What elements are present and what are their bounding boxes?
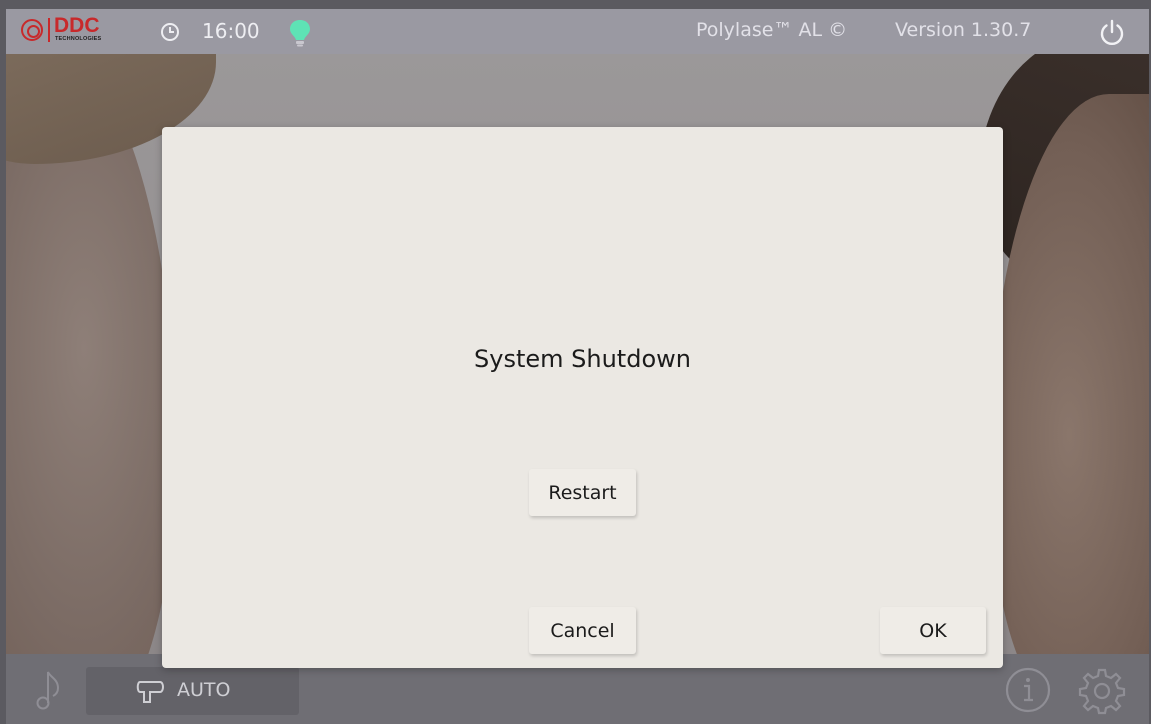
info-icon[interactable] [1004, 666, 1052, 718]
lightbulb-icon [288, 18, 312, 52]
cancel-button[interactable]: Cancel [529, 607, 636, 654]
logo-subtext: TECHNOLOGIES [55, 36, 102, 42]
product-name: Polylase™ AL © [696, 19, 848, 41]
shutdown-dialog: System Shutdown Restart Cancel OK [162, 127, 1003, 668]
music-note-icon[interactable] [34, 668, 62, 716]
dialog-title: System Shutdown [474, 345, 691, 373]
mode-panel[interactable]: AUTO [86, 667, 299, 715]
clock-time: 16:00 [202, 19, 260, 43]
power-icon[interactable] [1098, 19, 1126, 51]
clock-icon [160, 22, 180, 46]
version-label: Version 1.30.7 [895, 19, 1032, 41]
ok-button[interactable]: OK [880, 607, 986, 654]
logo-text: DDC [54, 14, 100, 37]
applicator-icon [136, 679, 166, 709]
top-bar: DDC TECHNOLOGIES 16:00 Polylase™ AL © Ve… [6, 9, 1149, 54]
gear-icon[interactable] [1077, 666, 1127, 720]
logo-mark-icon [21, 19, 43, 41]
restart-button[interactable]: Restart [529, 469, 636, 516]
logo-divider [48, 18, 50, 42]
mode-label: AUTO [177, 679, 231, 701]
